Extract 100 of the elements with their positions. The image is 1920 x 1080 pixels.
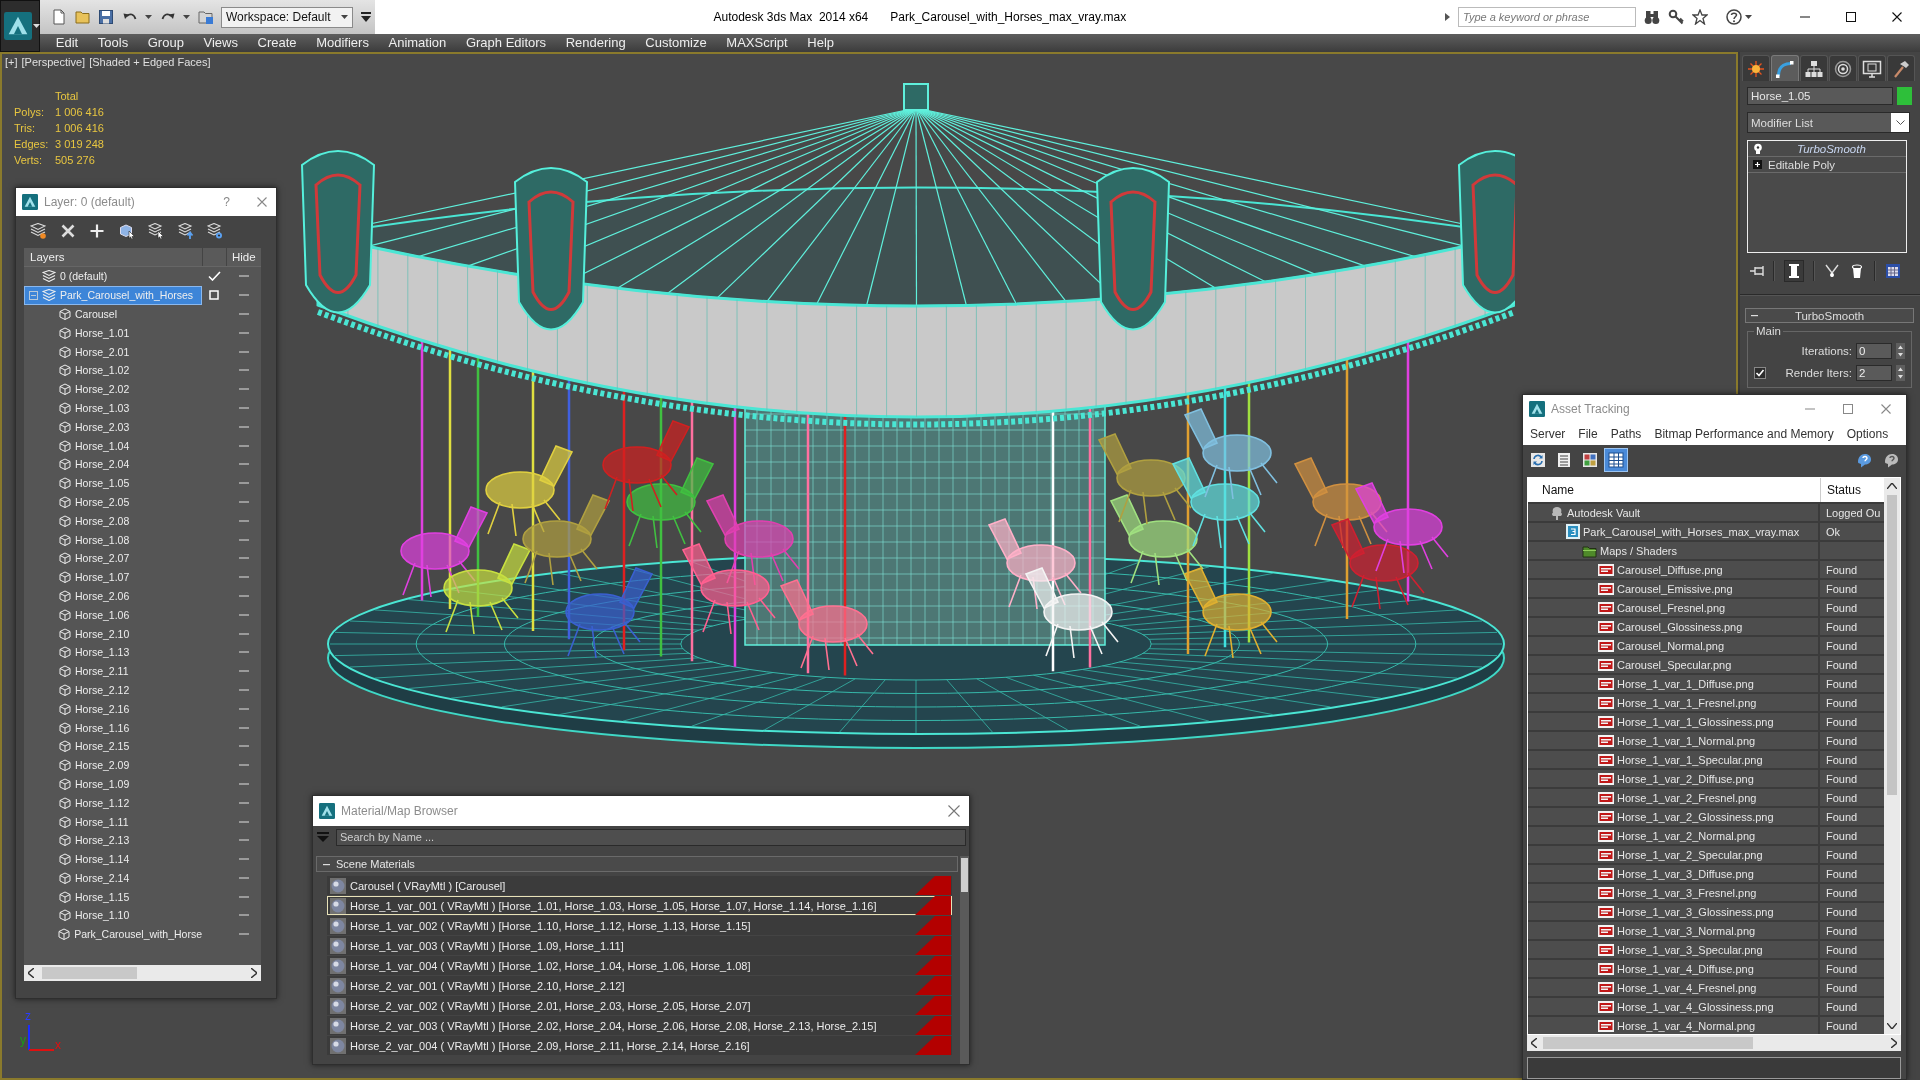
open-folder-icon[interactable] — [74, 9, 91, 25]
dash-icon[interactable] — [238, 801, 249, 804]
layer-item[interactable]: Park_Carousel_with_Horse — [24, 924, 202, 944]
pin-icon[interactable] — [1750, 263, 1764, 279]
asset-item[interactable]: Maps / Shaders — [1528, 542, 1818, 559]
menu-item[interactable]: Animation — [378, 35, 457, 51]
material-item[interactable]: Horse_2_var_002 ( VRayMtl ) [Horse_2.01, Horse_2.03, Horse_2.05, Horse_2.07] — [327, 996, 952, 1015]
panel-tab[interactable] — [1887, 55, 1915, 81]
workspace-dropdown[interactable]: Workspace: Default — [221, 6, 353, 28]
viewport-menu-label[interactable]: [+] — [5, 55, 18, 70]
layer-item[interactable]: Horse_1.12 — [24, 793, 202, 813]
lightbulb-icon[interactable] — [1753, 143, 1763, 154]
dash-icon[interactable] — [238, 688, 249, 691]
asset-item[interactable]: Horse_1_var_1_Specular.png — [1528, 751, 1818, 768]
cube-cursor-icon[interactable] — [118, 223, 135, 239]
asset-item[interactable]: Horse_1_var_2_Normal.png — [1528, 827, 1818, 844]
stack-item[interactable]: TurboSmooth — [1748, 141, 1906, 157]
material-item[interactable]: Horse_1_var_003 ( VRayMtl ) [Horse_1.09, Horse_1.11] — [327, 936, 952, 955]
dash-icon[interactable] — [238, 782, 249, 785]
layer-item[interactable]: Horse_1.01 — [24, 323, 202, 343]
dash-icon[interactable] — [238, 463, 249, 466]
triangle-icon[interactable] — [1445, 13, 1450, 21]
search-field[interactable]: Type a keyword or phrase — [1458, 7, 1636, 27]
trash-icon[interactable] — [1849, 263, 1865, 279]
asset-item[interactable]: Carousel_Fresnel.png — [1528, 599, 1818, 616]
dash-icon[interactable] — [238, 538, 249, 541]
menu-item[interactable]: File — [1578, 427, 1598, 441]
column-header[interactable]: Hide — [226, 248, 261, 266]
modifier-list-dropdown[interactable]: Modifier List — [1747, 112, 1910, 133]
stack-item[interactable]: Editable Poly — [1748, 157, 1906, 173]
scrollbar-thumb[interactable] — [1543, 1037, 1753, 1049]
layer-item[interactable]: Horse_1.08 — [24, 530, 202, 549]
help-icon[interactable] — [1883, 451, 1900, 469]
material-item[interactable]: Horse_1_var_002 ( VRayMtl ) [Horse_1.10, Horse_1.12, Horse_1.13, Horse_1.15] — [327, 916, 952, 935]
search-field[interactable]: Search by Name ... — [336, 828, 966, 846]
dash-icon[interactable] — [238, 745, 249, 748]
dash-icon[interactable] — [238, 839, 249, 842]
asset-item[interactable]: Park_Carousel_with_Horses_max_vray.max — [1528, 523, 1818, 540]
dash-icon[interactable] — [238, 500, 249, 503]
dash-icon[interactable] — [238, 613, 249, 616]
layer-item[interactable]: Horse_2.10 — [24, 624, 202, 643]
layer-item[interactable]: Horse_1.07 — [24, 567, 202, 587]
grid-window-icon[interactable] — [1885, 263, 1901, 279]
rollout-header[interactable]: TurboSmooth — [1745, 308, 1914, 323]
asset-item[interactable]: Horse_1_var_2_Fresnel.png — [1528, 789, 1818, 806]
dash-icon[interactable] — [238, 331, 249, 334]
material-item[interactable]: Horse_1_var_004 ( VRayMtl ) [Horse_1.02, Horse_1.04, Horse_1.06, Horse_1.08] — [327, 956, 952, 975]
spinner-field[interactable]: 2 — [1856, 365, 1892, 381]
layer-item[interactable]: Horse_2.02 — [24, 379, 202, 399]
dash-icon[interactable] — [238, 707, 249, 710]
dash-icon[interactable] — [238, 914, 249, 917]
dash-icon[interactable] — [238, 444, 249, 447]
caret-icon[interactable] — [145, 15, 152, 19]
group-header[interactable]: Scene Materials — [316, 856, 958, 872]
dash-icon[interactable] — [238, 519, 249, 522]
menu-item[interactable]: Rendering — [555, 35, 636, 51]
dash-icon[interactable] — [238, 632, 249, 635]
layer-item[interactable]: Horse_2.03 — [24, 417, 202, 437]
dash-icon[interactable] — [238, 482, 249, 485]
column-header[interactable]: Layers — [24, 248, 202, 266]
application-button[interactable] — [0, 0, 40, 52]
asset-item[interactable]: Horse_1_var_4_Normal.png — [1528, 1017, 1818, 1034]
spinner-field[interactable]: 0 — [1856, 343, 1892, 359]
asset-item[interactable]: Horse_1_var_3_Glossiness.png — [1528, 903, 1818, 920]
layer-item[interactable]: Horse_1.11 — [24, 812, 202, 831]
layer-item[interactable]: Horse_2.12 — [24, 680, 202, 700]
dash-icon[interactable] — [238, 594, 249, 597]
scrollbar-thumb[interactable] — [961, 858, 968, 892]
viewport-menu-label[interactable]: [Shaded + Edged Faces] — [89, 55, 211, 70]
layer-item[interactable]: 0 (default) — [24, 267, 202, 286]
menu-item[interactable]: Edit — [46, 35, 88, 51]
layer-item[interactable]: Horse_1.02 — [24, 361, 202, 380]
dash-icon[interactable] — [238, 895, 249, 898]
binoculars-icon[interactable] — [1644, 9, 1660, 25]
scrollbar-thumb[interactable] — [1887, 495, 1897, 795]
new-file-icon[interactable] — [51, 9, 67, 25]
vertical-scrollbar[interactable] — [960, 856, 969, 1064]
expand-icon[interactable] — [1753, 160, 1762, 169]
layer-item[interactable]: Horse_2.15 — [24, 736, 202, 756]
layer-item[interactable]: Horse_1.09 — [24, 774, 202, 794]
asset-item[interactable]: Carousel_Diffuse.png — [1528, 561, 1818, 578]
fork-icon[interactable] — [1824, 263, 1840, 279]
asset-item[interactable]: Horse_1_var_2_Diffuse.png — [1528, 770, 1818, 787]
asset-item[interactable]: Horse_1_var_2_Specular.png — [1528, 846, 1818, 863]
asset-item[interactable]: Horse_1_var_1_Fresnel.png — [1528, 694, 1818, 711]
dash-icon[interactable] — [238, 350, 249, 353]
folder-icon[interactable] — [197, 9, 214, 25]
menu-item[interactable]: MAXScript — [716, 35, 798, 51]
layer-item[interactable]: Horse_1.13 — [24, 642, 202, 662]
layer-stack-icon[interactable] — [30, 223, 46, 239]
panel-tab[interactable] — [1858, 55, 1886, 81]
spinner-arrows-icon[interactable] — [1896, 365, 1905, 381]
horizontal-scrollbar[interactable] — [1527, 1035, 1901, 1051]
dash-icon[interactable] — [238, 369, 249, 372]
panel-tab[interactable] — [1742, 55, 1770, 81]
dash-icon[interactable] — [238, 858, 249, 861]
menu-item[interactable]: Views — [193, 35, 248, 51]
layer-item[interactable]: Horse_1.06 — [24, 605, 202, 625]
menu-item[interactable]: Customize — [635, 35, 717, 51]
collapse-icon[interactable] — [29, 290, 38, 300]
